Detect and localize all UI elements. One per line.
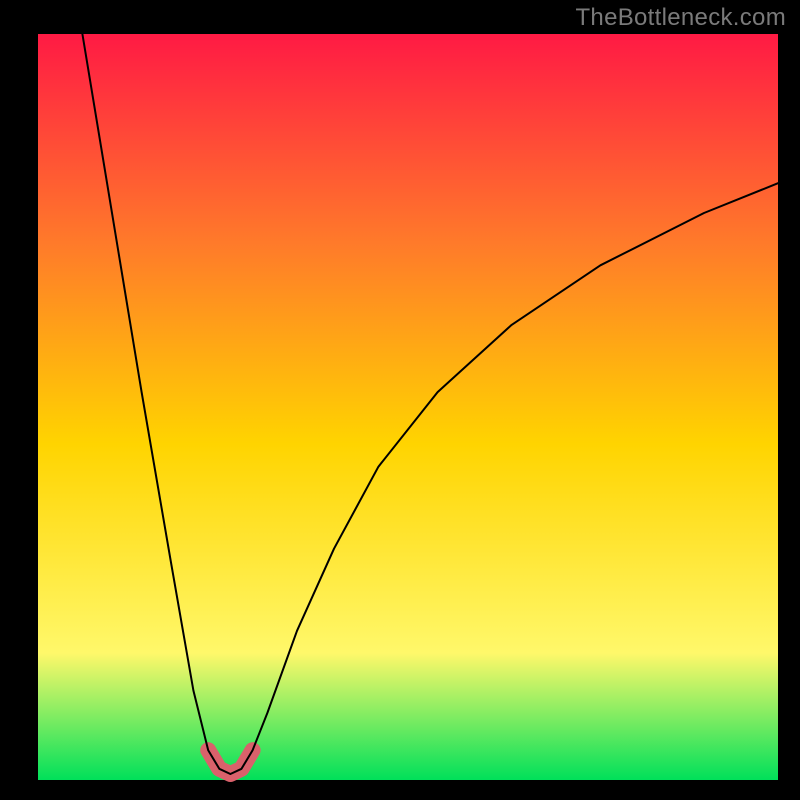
plot-background [38, 34, 778, 780]
bottleneck-chart [0, 0, 800, 800]
chart-root: TheBottleneck.com [0, 0, 800, 800]
watermark-text: TheBottleneck.com [575, 4, 786, 32]
